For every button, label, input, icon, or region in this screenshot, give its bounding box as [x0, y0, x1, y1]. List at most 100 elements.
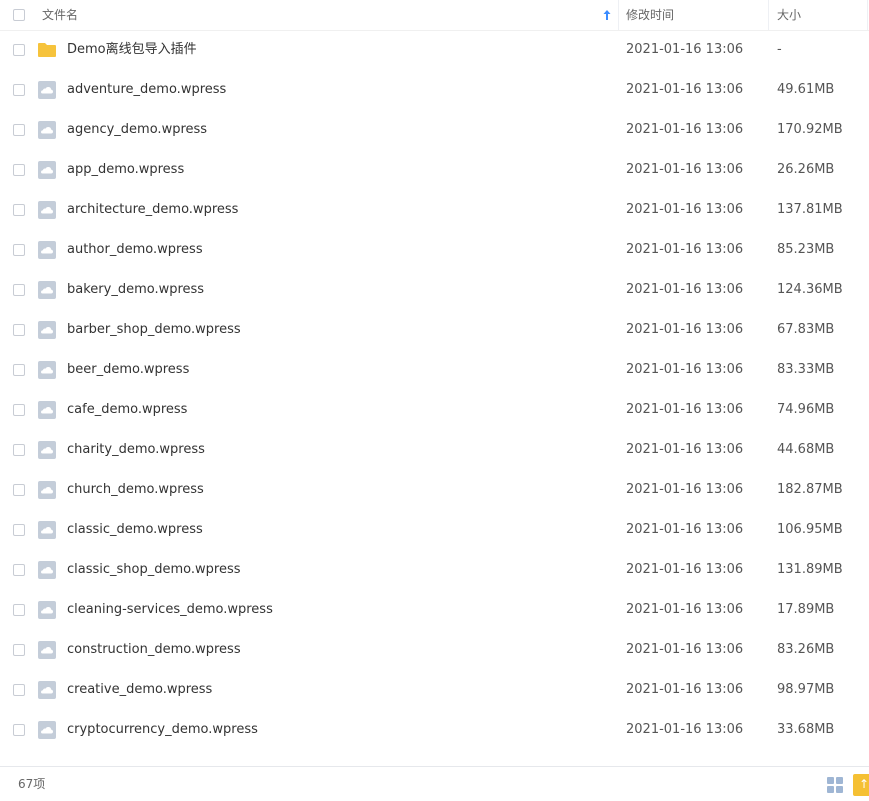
file-name[interactable]: cleaning-services_demo.wpress: [67, 590, 273, 630]
row-checkbox[interactable]: [13, 684, 25, 696]
row-checkbox[interactable]: [13, 444, 25, 456]
file-modified-time: 2021-01-16 13:06: [626, 42, 744, 57]
row-checkbox[interactable]: [13, 164, 25, 176]
column-divider[interactable]: [768, 0, 769, 30]
file-modified-time: 2021-01-16 13:06: [626, 642, 744, 657]
file-size: 85.23MB: [777, 242, 835, 257]
status-bar: 67项 ↑: [0, 766, 869, 801]
file-name[interactable]: construction_demo.wpress: [67, 630, 241, 670]
file-name[interactable]: charity_demo.wpress: [67, 430, 205, 470]
file-list: Demo离线包导入插件 2021-01-16 13:06 - adventure_de…: [0, 30, 869, 766]
file-name[interactable]: beer_demo.wpress: [67, 350, 189, 390]
column-header-time[interactable]: 修改时间: [626, 0, 674, 30]
row-checkbox[interactable]: [13, 124, 25, 136]
table-row[interactable]: charity_demo.wpress 2021-01-16 13:06 44.68…: [0, 430, 869, 470]
table-row[interactable]: Demo离线包导入插件 2021-01-16 13:06 -: [0, 30, 869, 70]
file-name[interactable]: adventure_demo.wpress: [67, 70, 226, 110]
table-row[interactable]: author_demo.wpress 2021-01-16 13:06 85.23M…: [0, 230, 869, 270]
row-checkbox[interactable]: [13, 244, 25, 256]
row-checkbox[interactable]: [13, 484, 25, 496]
file-size: 98.97MB: [777, 682, 835, 697]
cloud-file-icon: [37, 720, 57, 740]
file-modified-time: 2021-01-16 13:06: [626, 362, 744, 377]
file-size: 106.95MB: [777, 522, 843, 537]
cloud-file-icon: [37, 520, 57, 540]
file-name[interactable]: classic_shop_demo.wpress: [67, 550, 241, 590]
file-modified-time: 2021-01-16 13:06: [626, 562, 744, 577]
file-name[interactable]: bakery_demo.wpress: [67, 270, 204, 310]
file-name[interactable]: cafe_demo.wpress: [67, 390, 187, 430]
table-row[interactable]: agency_demo.wpress 2021-01-16 13:06 170.92…: [0, 110, 869, 150]
file-name[interactable]: architecture_demo.wpress: [67, 190, 238, 230]
file-modified-time: 2021-01-16 13:06: [626, 162, 744, 177]
file-size: 49.61MB: [777, 82, 835, 97]
grid-view-icon[interactable]: [826, 776, 844, 794]
arrow-up-icon[interactable]: [602, 8, 612, 22]
file-modified-time: 2021-01-16 13:06: [626, 82, 744, 97]
row-checkbox[interactable]: [13, 524, 25, 536]
column-header-name[interactable]: 文件名: [42, 0, 78, 30]
cloud-file-icon: [37, 280, 57, 300]
column-divider[interactable]: [618, 0, 619, 30]
row-checkbox[interactable]: [13, 564, 25, 576]
row-checkbox[interactable]: [13, 724, 25, 736]
file-name[interactable]: author_demo.wpress: [67, 230, 203, 270]
table-row[interactable]: app_demo.wpress 2021-01-16 13:06 26.26MB: [0, 150, 869, 190]
cloud-file-icon: [37, 600, 57, 620]
file-name[interactable]: cryptocurrency_demo.wpress: [67, 710, 258, 750]
table-row[interactable]: construction_demo.wpress 2021-01-16 13:06…: [0, 630, 869, 670]
cloud-file-icon: [37, 320, 57, 340]
file-size: 182.87MB: [777, 482, 843, 497]
file-modified-time: 2021-01-16 13:06: [626, 722, 744, 737]
row-checkbox[interactable]: [13, 404, 25, 416]
table-row[interactable]: classic_demo.wpress 2021-01-16 13:06 106.9…: [0, 510, 869, 550]
file-name[interactable]: app_demo.wpress: [67, 150, 184, 190]
row-checkbox[interactable]: [13, 324, 25, 336]
cloud-file-icon: [37, 400, 57, 420]
table-row[interactable]: architecture_demo.wpress 2021-01-16 13:06…: [0, 190, 869, 230]
cloud-file-icon: [37, 80, 57, 100]
row-checkbox[interactable]: [13, 204, 25, 216]
table-row[interactable]: cryptocurrency_demo.wpress 2021-01-16 13:…: [0, 710, 869, 750]
select-all-checkbox[interactable]: [13, 9, 25, 21]
file-size: 137.81MB: [777, 202, 843, 217]
arrow-up-icon: ↑: [859, 777, 869, 791]
row-checkbox[interactable]: [13, 44, 25, 56]
column-divider: [867, 0, 868, 30]
file-size: 131.89MB: [777, 562, 843, 577]
file-size: 67.83MB: [777, 322, 835, 337]
row-checkbox[interactable]: [13, 644, 25, 656]
file-name[interactable]: Demo离线包导入插件: [67, 30, 197, 70]
table-row[interactable]: bakery_demo.wpress 2021-01-16 13:06 124.36…: [0, 270, 869, 310]
file-name[interactable]: agency_demo.wpress: [67, 110, 207, 150]
file-name[interactable]: classic_demo.wpress: [67, 510, 203, 550]
file-list-header: 文件名 修改时间 大小: [0, 0, 869, 31]
file-modified-time: 2021-01-16 13:06: [626, 282, 744, 297]
table-row[interactable]: cafe_demo.wpress 2021-01-16 13:06 74.96MB: [0, 390, 869, 430]
upload-button[interactable]: ↑: [853, 774, 869, 796]
file-size: 26.26MB: [777, 162, 835, 177]
file-name[interactable]: barber_shop_demo.wpress: [67, 310, 241, 350]
table-row[interactable]: beer_demo.wpress 2021-01-16 13:06 83.33MB: [0, 350, 869, 390]
table-row[interactable]: church_demo.wpress 2021-01-16 13:06 182.87…: [0, 470, 869, 510]
file-name[interactable]: church_demo.wpress: [67, 470, 204, 510]
cloud-file-icon: [37, 560, 57, 580]
table-row[interactable]: creative_demo.wpress 2021-01-16 13:06 98.9…: [0, 670, 869, 710]
table-row[interactable]: barber_shop_demo.wpress 2021-01-16 13:06 6…: [0, 310, 869, 350]
row-checkbox[interactable]: [13, 284, 25, 296]
row-checkbox[interactable]: [13, 364, 25, 376]
cloud-file-icon: [37, 480, 57, 500]
cloud-file-icon: [37, 120, 57, 140]
table-row[interactable]: adventure_demo.wpress 2021-01-16 13:06 49.…: [0, 70, 869, 110]
file-modified-time: 2021-01-16 13:06: [626, 202, 744, 217]
table-row[interactable]: classic_shop_demo.wpress 2021-01-16 13:06…: [0, 550, 869, 590]
column-header-size[interactable]: 大小: [777, 0, 801, 30]
cloud-file-icon: [37, 640, 57, 660]
row-checkbox[interactable]: [13, 84, 25, 96]
cloud-file-icon: [37, 680, 57, 700]
item-count: 67项: [18, 777, 46, 791]
file-name[interactable]: creative_demo.wpress: [67, 670, 212, 710]
table-row[interactable]: cleaning-services_demo.wpress 2021-01-16 …: [0, 590, 869, 630]
cloud-file-icon: [37, 240, 57, 260]
row-checkbox[interactable]: [13, 604, 25, 616]
